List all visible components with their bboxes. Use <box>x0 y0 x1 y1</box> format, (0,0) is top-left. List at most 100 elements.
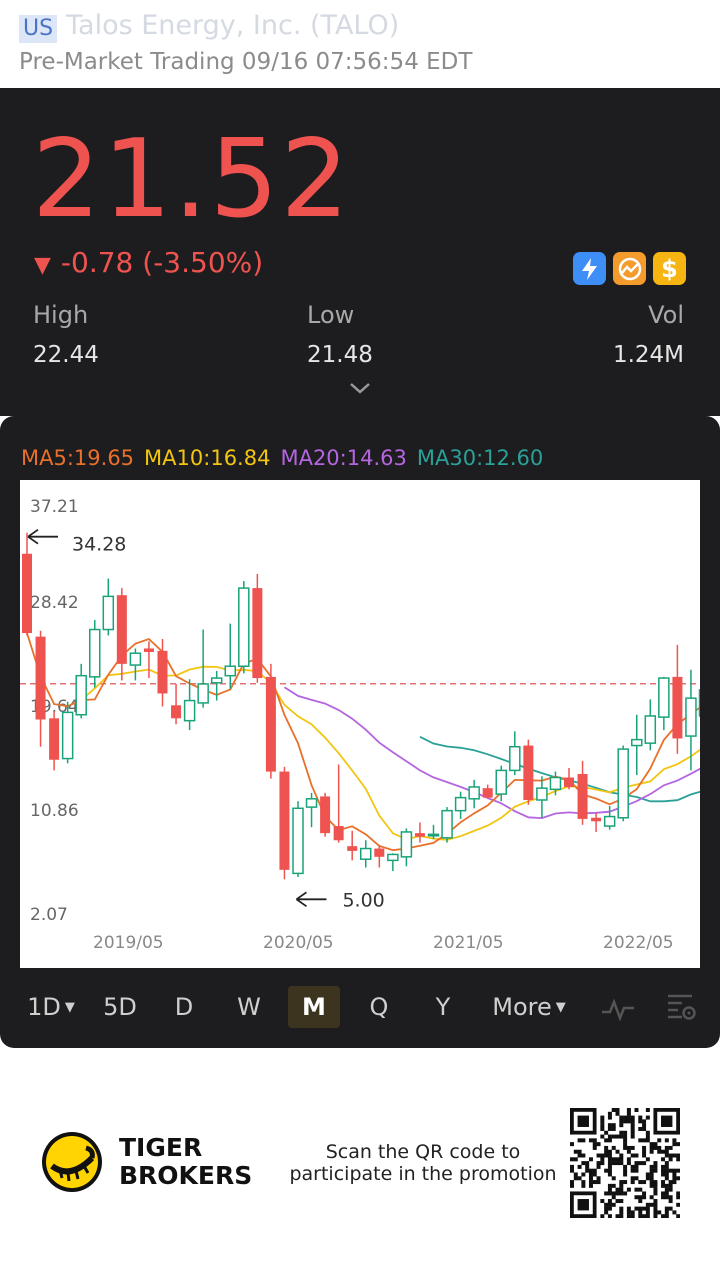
candle-body-down <box>482 788 493 798</box>
header: US Talos Energy, Inc. (TALO) Pre-Market … <box>0 0 720 88</box>
market-badge: US <box>19 15 58 43</box>
period-y[interactable]: Y <box>421 986 465 1028</box>
chevron-down-icon[interactable] <box>348 380 372 396</box>
candle-body-up <box>468 786 480 800</box>
qr-code[interactable] <box>570 1108 680 1218</box>
x-axis-tick-label: 2022/05 <box>603 933 674 953</box>
price-change: ▼ -0.78 (-3.50%) <box>34 246 263 283</box>
candle-body-down <box>143 648 154 653</box>
candle-body-up <box>698 689 700 717</box>
ma30-value: MA30:12.60 <box>416 446 544 470</box>
candle-body-up <box>210 677 223 684</box>
tiger-logo-icon <box>42 1132 102 1192</box>
candle-body-down <box>171 705 182 719</box>
last-price: 21.52 <box>32 117 352 242</box>
ma5-line <box>26 632 700 852</box>
candle-body-down <box>265 676 276 772</box>
candle-body-down <box>591 817 602 822</box>
candle-body-up <box>631 738 643 747</box>
candle-body-up <box>102 595 115 631</box>
x-axis-tick-label: 2020/05 <box>263 933 334 953</box>
candle-body-down <box>374 848 385 857</box>
candle-body-up <box>61 711 74 760</box>
candle-body-up <box>400 831 413 858</box>
promo-footer: TIGER BROKERS Scan the QR code to partic… <box>0 1048 720 1278</box>
promo-text: Scan the QR code to participate in the p… <box>289 1141 557 1185</box>
candle-body-up <box>644 715 657 744</box>
price-change-value: -0.78 (-3.50%) <box>60 246 264 279</box>
candle-body-up <box>238 587 250 667</box>
down-arrow-icon: ▼ <box>34 253 51 278</box>
y-axis-tick-label: 2.07 <box>30 905 68 925</box>
lightning-icon[interactable] <box>573 252 606 285</box>
dollar-icon[interactable]: $ <box>653 252 686 285</box>
candle-body-up <box>549 776 562 791</box>
high-label: High <box>33 301 89 329</box>
max-price-marker: 34.28 <box>72 534 126 556</box>
ma30-line <box>419 735 700 803</box>
ma20-line <box>283 686 700 820</box>
candle-body-down <box>252 588 263 679</box>
x-axis-tick-label: 2021/05 <box>433 933 504 953</box>
candle-body-up <box>197 683 209 704</box>
period-w[interactable]: W <box>227 986 271 1028</box>
candle-body-down <box>564 777 574 787</box>
y-axis-tick-label: 37.21 <box>30 497 79 517</box>
min-price-marker: 5.00 <box>342 889 384 911</box>
candle-body-up <box>75 674 87 716</box>
period-d[interactable]: D <box>162 986 206 1028</box>
ma10-line <box>80 665 700 841</box>
candle-body-down <box>116 595 127 664</box>
ma20-value: MA20:14.63 <box>280 446 407 470</box>
candle-body-up <box>495 769 507 795</box>
candle-body-down <box>157 650 168 694</box>
fund-icon[interactable] <box>613 252 646 285</box>
y-axis-tick-label: 10.86 <box>30 801 79 821</box>
period-1d[interactable]: 1D ▼ <box>22 986 80 1028</box>
candle-body-up <box>509 745 521 772</box>
low-value: 21.48 <box>307 342 373 368</box>
candle-body-up <box>360 847 372 860</box>
ma5-value: MA5:19.65 <box>21 446 135 470</box>
company-name: Talos Energy, Inc. (TALO) <box>66 10 400 41</box>
candle-body-up <box>129 652 142 666</box>
trading-session-status: Pre-Market Trading 09/16 07:56:54 EDT <box>19 49 473 75</box>
candle-body-up <box>89 628 101 678</box>
dropdown-triangle-icon: ▼ <box>555 1000 566 1015</box>
candle-body-down <box>35 636 46 720</box>
candle-body-up <box>441 809 453 839</box>
vol-value: 1.24M <box>612 342 684 368</box>
kline-chart[interactable]: 37.21 28.42 19.64 10.86 2.07 2019/05 2020/05 20… <box>20 480 700 968</box>
dropdown-triangle-icon: ▼ <box>64 1000 75 1015</box>
candle-body-down <box>279 771 290 870</box>
low-label: Low <box>307 301 355 329</box>
period-5d[interactable]: 5D <box>96 986 144 1028</box>
candle-body-down <box>672 676 683 739</box>
chart-panel: MA5:19.65 MA10:16.84 MA20:14.63 MA30:12.60 … <box>0 416 720 1048</box>
max-arrow-icon <box>27 528 58 545</box>
candle-body-up <box>536 787 548 801</box>
x-axis-tick-label: 2019/05 <box>93 933 164 953</box>
candle-body-up <box>224 665 236 677</box>
candle-body-down <box>22 553 32 634</box>
candle-body-down <box>414 833 425 837</box>
chart-settings-icon[interactable] <box>664 990 698 1024</box>
period-q[interactable]: Q <box>357 986 401 1028</box>
candle-body-up <box>305 798 318 808</box>
period-selector: 1D ▼ 5D D W M Q Y More ▼ <box>0 984 720 1034</box>
min-arrow-icon <box>295 891 327 908</box>
candle-body-down <box>523 745 534 800</box>
candle-body-down <box>49 718 60 760</box>
ma-legend: MA5:19.65 MA10:16.84 MA20:14.63 MA30:12.60 <box>21 444 553 472</box>
candle-body-up <box>387 853 399 862</box>
candle-body-up <box>427 833 440 837</box>
candle-body-up <box>292 807 304 875</box>
period-more[interactable]: More ▼ <box>486 986 572 1028</box>
indicator-wave-icon[interactable] <box>600 994 636 1022</box>
candle-body-up <box>183 699 196 722</box>
candle-body-down <box>347 846 358 851</box>
candle-body-down <box>333 826 344 841</box>
period-m[interactable]: M <box>288 986 340 1028</box>
candle-body-up <box>603 815 616 827</box>
ma10-value: MA10:16.84 <box>144 446 271 470</box>
